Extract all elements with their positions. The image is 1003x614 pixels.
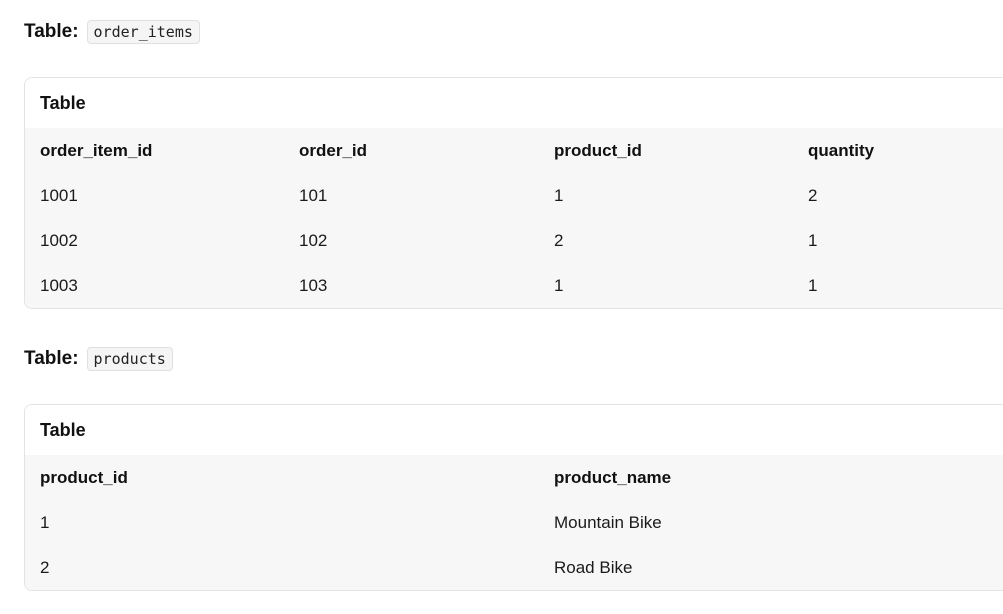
table-row: 1001 101 1 2 [25, 173, 1003, 218]
table-cell: 1 [808, 276, 818, 295]
column-header: product_id [40, 468, 128, 487]
table-cell: 1 [40, 513, 50, 532]
section-heading-order-items: Table: order_items [24, 20, 200, 44]
table-row: 2 Road Bike [25, 545, 1003, 590]
table-cell: Road Bike [554, 558, 633, 577]
table-cell: 2 [40, 558, 50, 577]
order-items-table-card: Table order_item_id order_id product_id … [24, 77, 1003, 309]
table-name-code: products [86, 347, 173, 371]
table-cell: 102 [299, 231, 328, 250]
table-header-row: order_item_id order_id product_id quanti… [25, 128, 1003, 173]
products-table-card: Table product_id product_name 1 Mountain… [24, 404, 1003, 591]
table-cell: 2 [554, 231, 564, 250]
column-header: quantity [808, 141, 875, 160]
table-cell: 2 [808, 186, 818, 205]
table-name-code: order_items [86, 20, 200, 44]
section-heading-products: Table: products [24, 347, 173, 371]
column-header: product_name [554, 468, 672, 487]
table-header-row: product_id product_name [25, 455, 1003, 500]
table-cell: 103 [299, 276, 328, 295]
table-cell: 101 [299, 186, 328, 205]
column-header: order_id [299, 141, 368, 160]
table-row: 1 Mountain Bike [25, 500, 1003, 545]
heading-label: Table: [24, 348, 79, 369]
column-header: order_item_id [40, 141, 153, 160]
table-cell: 1001 [40, 186, 78, 205]
table-row: 1002 102 2 1 [25, 218, 1003, 263]
heading-label: Table: [24, 21, 79, 42]
table-cell: 1 [554, 276, 564, 295]
table-cell: 1 [808, 231, 818, 250]
table-cell: 1 [554, 186, 564, 205]
table-cell: Mountain Bike [554, 513, 662, 532]
card-title: Table [25, 78, 1003, 128]
table-row: 1003 103 1 1 [25, 263, 1003, 308]
card-title: Table [25, 405, 1003, 455]
table-cell: 1002 [40, 231, 78, 250]
table-cell: 1003 [40, 276, 78, 295]
column-header: product_id [554, 141, 642, 160]
